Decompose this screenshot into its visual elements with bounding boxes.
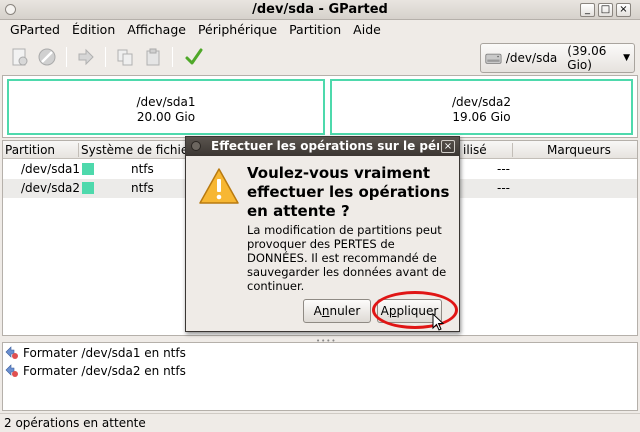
dialog-heading: Voulez-vous vraiment effectuer les opéra… — [247, 164, 450, 220]
minimize-button[interactable]: _ — [580, 3, 595, 17]
list-item[interactable]: Formater /dev/sda1 en ntfs — [5, 344, 186, 362]
fs-color-swatch — [82, 182, 94, 194]
graph-partition-sda2[interactable]: /dev/sda2 19.06 Gio — [330, 79, 633, 135]
menu-aide[interactable]: Aide — [347, 20, 387, 40]
graph-partition-size: 19.06 Gio — [452, 110, 511, 124]
highlight-circle — [372, 291, 458, 329]
copy-icon[interactable] — [113, 45, 137, 69]
status-bar: 2 opérations en attente — [0, 413, 640, 432]
graph-partition-name: /dev/sda1 — [136, 95, 196, 109]
hard-disk-icon — [485, 53, 502, 64]
header-used[interactable]: ilisé — [463, 143, 487, 157]
dialog-menu-icon[interactable] — [191, 141, 201, 151]
row-partition: /dev/sda2 — [21, 181, 81, 195]
menu-partition[interactable]: Partition — [283, 20, 347, 40]
header-partition[interactable]: Partition — [5, 143, 55, 157]
row-used: --- — [497, 162, 510, 176]
list-item[interactable]: Formater /dev/sda2 en ntfs — [5, 362, 186, 380]
window-titlebar: /dev/sda - GParted _ □ × — [0, 0, 640, 20]
paste-icon[interactable] — [141, 45, 165, 69]
close-button[interactable]: × — [616, 3, 631, 17]
toolbar: /dev/sda (39.06 Gio) ▼ — [0, 41, 640, 75]
graph-partition-sda1[interactable]: /dev/sda1 20.00 Gio — [7, 79, 325, 135]
dialog-title: Effectuer les opérations sur le périp — [211, 139, 439, 153]
graph-partition-size: 20.00 Gio — [136, 110, 196, 124]
format-operation-icon — [5, 364, 18, 377]
dialog-titlebar: Effectuer les opérations sur le périp × — [186, 137, 459, 156]
row-used: --- — [497, 181, 510, 195]
dialog-close-button[interactable]: × — [441, 140, 455, 153]
new-partition-icon[interactable] — [8, 45, 32, 69]
device-name: /dev/sda — [505, 51, 558, 65]
header-flags[interactable]: Marqueurs — [547, 143, 611, 157]
row-partition: /dev/sda1 — [21, 162, 81, 176]
format-operation-icon — [5, 346, 18, 359]
device-size: (39.06 Gio) — [567, 44, 607, 72]
menu-gparted[interactable]: GParted — [4, 20, 66, 40]
window-title: /dev/sda - GParted — [252, 2, 388, 17]
operation-label: Formater /dev/sda2 en ntfs — [23, 364, 186, 378]
mouse-cursor-icon — [432, 312, 445, 334]
operation-label: Formater /dev/sda1 en ntfs — [23, 346, 186, 360]
warning-icon — [198, 167, 240, 208]
partition-graph: /dev/sda1 20.00 Gio /dev/sda2 19.06 Gio — [2, 75, 638, 138]
header-filesystem[interactable]: Système de fichiers — [81, 143, 199, 157]
device-selector[interactable]: /dev/sda (39.06 Gio) ▼ — [480, 43, 635, 73]
menu-bar: GParted Édition Affichage Périphérique P… — [0, 20, 640, 40]
chevron-down-icon: ▼ — [623, 53, 630, 63]
resize-icon[interactable] — [74, 45, 98, 69]
row-filesystem: ntfs — [131, 181, 154, 195]
cancel-button[interactable]: Annuler — [303, 299, 371, 323]
apply-check-icon[interactable] — [182, 45, 206, 69]
graph-partition-name: /dev/sda2 — [451, 95, 512, 109]
menu-edition[interactable]: Édition — [66, 20, 121, 40]
menu-peripherique[interactable]: Périphérique — [192, 20, 283, 40]
row-filesystem: ntfs — [131, 162, 154, 176]
maximize-button[interactable]: □ — [598, 3, 613, 17]
dialog-message: La modification de partitions peut provo… — [247, 223, 447, 293]
menu-affichage[interactable]: Affichage — [121, 20, 192, 40]
pending-operations-list: Formater /dev/sda1 en ntfs Formater /dev… — [2, 342, 638, 411]
delete-icon[interactable] — [35, 45, 59, 69]
fs-color-swatch — [82, 163, 94, 175]
